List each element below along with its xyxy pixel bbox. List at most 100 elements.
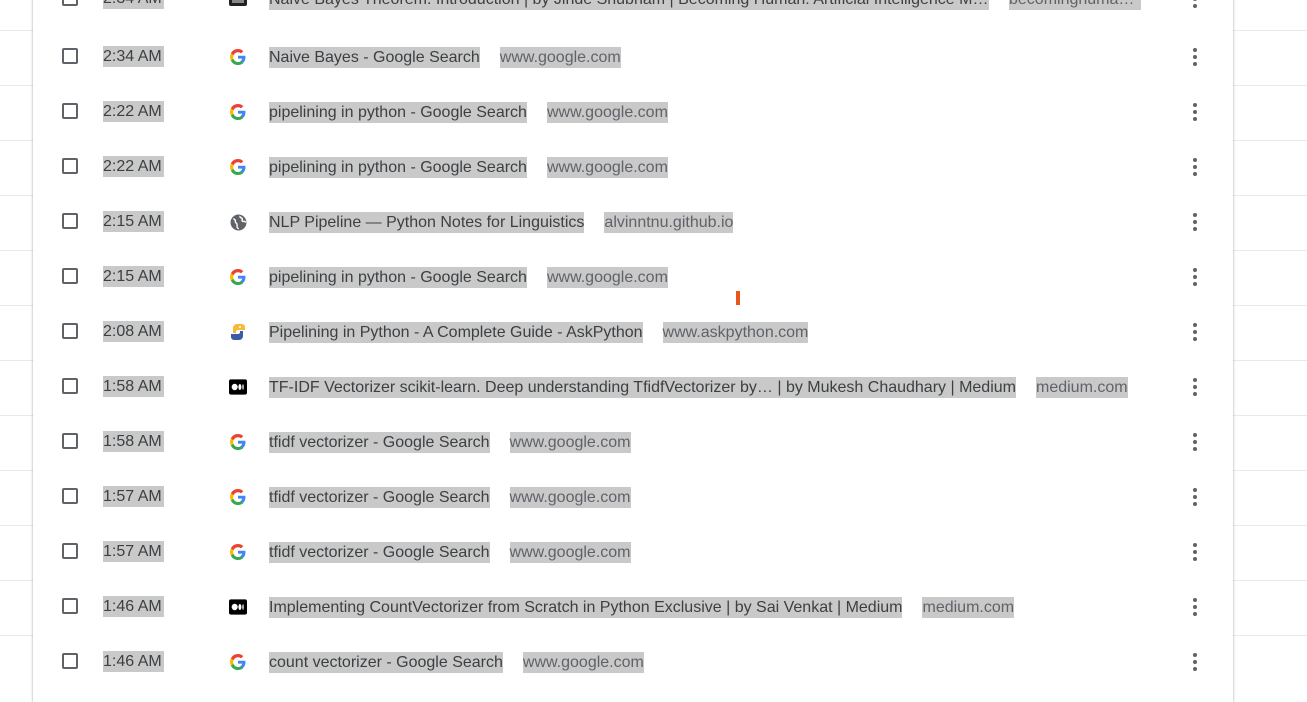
globe-icon <box>229 213 247 231</box>
history-row[interactable]: 2:08 AM Pipelining in Python - A Complet… <box>33 305 1233 360</box>
dot-icon <box>1193 0 1197 1</box>
history-row[interactable]: 2:34 AM Naive Bayes Theorem. Introductio… <box>33 0 1233 27</box>
more-actions-button[interactable] <box>1185 155 1205 179</box>
history-row[interactable]: 2:34 AM Naive Bayes - Google Search www.… <box>33 30 1233 85</box>
history-row[interactable]: 2:22 AM pipelining in python - Google Se… <box>33 140 1233 195</box>
dot-icon <box>1193 282 1197 286</box>
more-actions-button[interactable] <box>1185 265 1205 289</box>
page-title-link[interactable]: pipelining in python - Google Search <box>269 101 527 123</box>
more-actions-button[interactable] <box>1185 485 1205 509</box>
row-checkbox[interactable] <box>62 158 78 174</box>
page-title-link[interactable]: Naive Bayes Theorem. Introduction | by J… <box>269 0 989 10</box>
dot-icon <box>1193 447 1197 451</box>
more-actions-button[interactable] <box>1185 45 1205 69</box>
visit-time: 2:22 AM <box>103 156 164 177</box>
page-title-link[interactable]: tfidf vectorizer - Google Search <box>269 541 490 563</box>
dot-icon <box>1193 557 1197 561</box>
dot-icon <box>1193 62 1197 66</box>
page-title-link[interactable]: pipelining in python - Google Search <box>269 266 527 288</box>
history-row[interactable]: 2:15 AM NLP Pipeline — Python Notes for … <box>33 195 1233 250</box>
text-cursor-marker <box>736 291 740 305</box>
dot-icon <box>1193 495 1197 499</box>
page-title-link[interactable]: pipelining in python - Google Search <box>269 156 527 178</box>
page-title-link[interactable]: count vectorizer - Google Search <box>269 651 503 673</box>
visit-time: 2:34 AM <box>103 46 164 67</box>
visit-time: 2:34 AM <box>103 0 164 9</box>
page-title-link[interactable]: tfidf vectorizer - Google Search <box>269 486 490 508</box>
medium-icon <box>229 378 247 396</box>
history-row[interactable]: 1:57 AM tfidf vectorizer - Google Search… <box>33 525 1233 580</box>
visit-time: 1:57 AM <box>103 541 164 562</box>
more-actions-button[interactable] <box>1185 650 1205 674</box>
dot-icon <box>1193 378 1197 382</box>
dot-icon <box>1193 268 1197 272</box>
google-icon <box>229 48 247 66</box>
page-title-link[interactable]: TF-IDF Vectorizer scikit-learn. Deep und… <box>269 376 1016 398</box>
domain-label: www.google.com <box>546 156 668 178</box>
row-checkbox[interactable] <box>62 598 78 614</box>
more-actions-button[interactable] <box>1185 595 1205 619</box>
row-checkbox[interactable] <box>62 48 78 64</box>
row-checkbox[interactable] <box>62 268 78 284</box>
page-title-link[interactable]: Implementing CountVectorizer from Scratc… <box>269 596 903 618</box>
dot-icon <box>1193 4 1197 8</box>
dot-icon <box>1193 605 1197 609</box>
row-checkbox[interactable] <box>62 323 78 339</box>
page-title-link[interactable]: Naive Bayes - Google Search <box>269 46 480 68</box>
dot-icon <box>1193 213 1197 217</box>
visit-time: 2:08 AM <box>103 321 164 342</box>
dot-icon <box>1193 660 1197 664</box>
page-title-link[interactable]: NLP Pipeline — Python Notes for Linguist… <box>269 211 585 233</box>
row-checkbox[interactable] <box>62 653 78 669</box>
more-actions-button[interactable] <box>1185 540 1205 564</box>
history-row[interactable]: 2:15 AM pipelining in python - Google Se… <box>33 250 1233 305</box>
history-row[interactable]: 1:57 AM tfidf vectorizer - Google Search… <box>33 470 1233 525</box>
domain-label: alvinntnu.github.io <box>604 211 734 233</box>
google-icon <box>229 433 247 451</box>
history-row[interactable]: 2:22 AM pipelining in python - Google Se… <box>33 85 1233 140</box>
google-icon <box>229 268 247 286</box>
dot-icon <box>1193 392 1197 396</box>
row-checkbox[interactable] <box>62 378 78 394</box>
visit-time: 1:58 AM <box>103 431 164 452</box>
row-checkbox[interactable] <box>62 213 78 229</box>
page-title-link[interactable]: Pipelining in Python - A Complete Guide … <box>269 321 643 343</box>
askpython-icon <box>229 323 247 341</box>
page-title-link[interactable]: tfidf vectorizer - Google Search <box>269 431 490 453</box>
dot-icon <box>1193 612 1197 616</box>
more-actions-button[interactable] <box>1185 210 1205 234</box>
domain-label: www.google.com <box>509 541 631 563</box>
google-icon <box>229 543 247 561</box>
google-icon <box>229 653 247 671</box>
more-actions-button[interactable] <box>1185 0 1205 11</box>
dot-icon <box>1193 502 1197 506</box>
dot-icon <box>1193 323 1197 327</box>
domain-label: www.google.com <box>546 266 668 288</box>
domain-label: medium.com <box>922 596 1015 618</box>
dot-icon <box>1193 103 1197 107</box>
more-actions-button[interactable] <box>1185 100 1205 124</box>
row-checkbox[interactable] <box>62 433 78 449</box>
domain-label: www.google.com <box>509 431 631 453</box>
google-icon <box>229 158 247 176</box>
visit-time: 2:15 AM <box>103 266 164 287</box>
history-row[interactable]: 1:46 AM Implementing CountVectorizer fro… <box>33 580 1233 635</box>
more-actions-button[interactable] <box>1185 320 1205 344</box>
dot-icon <box>1193 667 1197 671</box>
row-checkbox[interactable] <box>62 103 78 119</box>
dot-icon <box>1193 598 1197 602</box>
dot-icon <box>1193 220 1197 224</box>
row-checkbox[interactable] <box>62 0 78 6</box>
row-checkbox[interactable] <box>62 488 78 504</box>
more-actions-button[interactable] <box>1185 430 1205 454</box>
history-row[interactable]: 1:58 AM tfidf vectorizer - Google Search… <box>33 415 1233 470</box>
more-actions-button[interactable] <box>1185 375 1205 399</box>
dot-icon <box>1193 440 1197 444</box>
dot-icon <box>1193 337 1197 341</box>
row-checkbox[interactable] <box>62 543 78 559</box>
google-icon <box>229 488 247 506</box>
dot-icon <box>1193 55 1197 59</box>
history-row[interactable]: 1:46 AM count vectorizer - Google Search… <box>33 635 1233 690</box>
history-row[interactable]: 1:58 AM TF-IDF Vectorizer scikit-learn. … <box>33 360 1233 415</box>
dot-icon <box>1193 488 1197 492</box>
